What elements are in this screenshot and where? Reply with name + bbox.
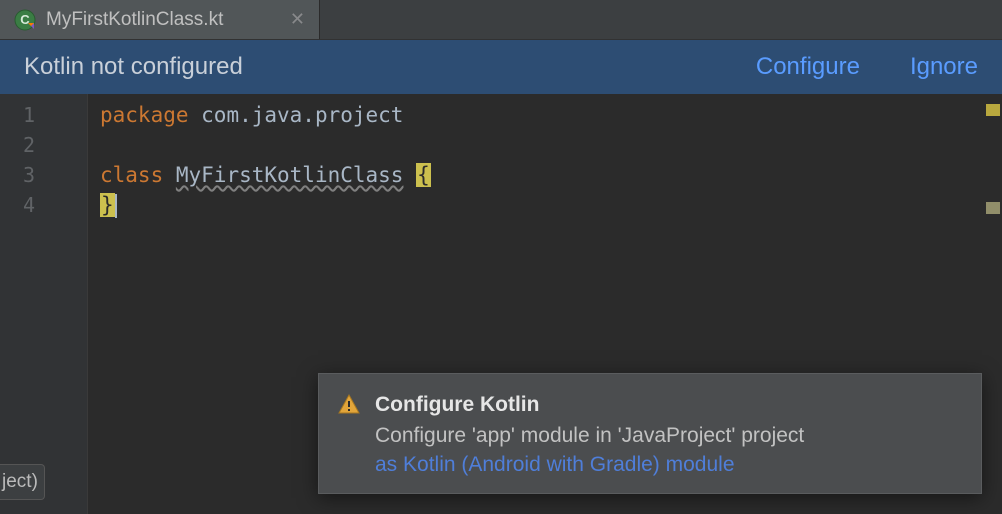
- code-line: class MyFirstKotlinClass {: [100, 160, 990, 190]
- svg-text:C: C: [20, 12, 30, 27]
- notification-bar: Kotlin not configured Configure Ignore: [0, 40, 1002, 94]
- caret: [115, 194, 117, 218]
- line-number: 3: [0, 160, 87, 190]
- intention-link[interactable]: as Kotlin (Android with Gradle) module: [375, 450, 804, 479]
- kotlin-file-icon: C: [14, 9, 36, 31]
- keyword: class: [100, 163, 163, 187]
- line-number: 4: [0, 190, 87, 220]
- code-line: package com.java.project: [100, 100, 990, 130]
- warning-marker[interactable]: [986, 104, 1000, 116]
- tab-filename: MyFirstKotlinClass.kt: [46, 9, 223, 31]
- tab-bar: C MyFirstKotlinClass.kt ✕: [0, 0, 1002, 40]
- code-line: [100, 130, 990, 160]
- line-number: 2: [0, 130, 87, 160]
- ignore-link[interactable]: Ignore: [910, 53, 978, 81]
- marker-strip: [986, 94, 1002, 514]
- info-marker[interactable]: [986, 202, 1000, 214]
- line-number: 1: [0, 100, 87, 130]
- configure-link[interactable]: Configure: [756, 53, 860, 81]
- intention-body: Configure Kotlin Configure 'app' module …: [375, 390, 804, 479]
- tab-active[interactable]: C MyFirstKotlinClass.kt ✕: [0, 0, 320, 39]
- code-line: }: [100, 190, 990, 220]
- intention-title: Configure Kotlin: [375, 390, 804, 419]
- notification-message: Kotlin not configured: [24, 53, 706, 81]
- code-text: [163, 163, 176, 187]
- keyword: package: [100, 103, 189, 127]
- gutter: 1 2 3 4: [0, 94, 88, 514]
- brace: {: [416, 163, 431, 187]
- code-text: com.java.project: [189, 103, 404, 127]
- intention-description: Configure 'app' module in 'JavaProject' …: [375, 421, 804, 450]
- status-fragment: ject): [0, 464, 45, 500]
- warning-icon: [337, 393, 361, 417]
- class-name: MyFirstKotlinClass: [176, 163, 404, 187]
- brace: }: [100, 193, 115, 217]
- close-icon[interactable]: ✕: [290, 9, 305, 30]
- intention-popup[interactable]: Configure Kotlin Configure 'app' module …: [318, 373, 982, 494]
